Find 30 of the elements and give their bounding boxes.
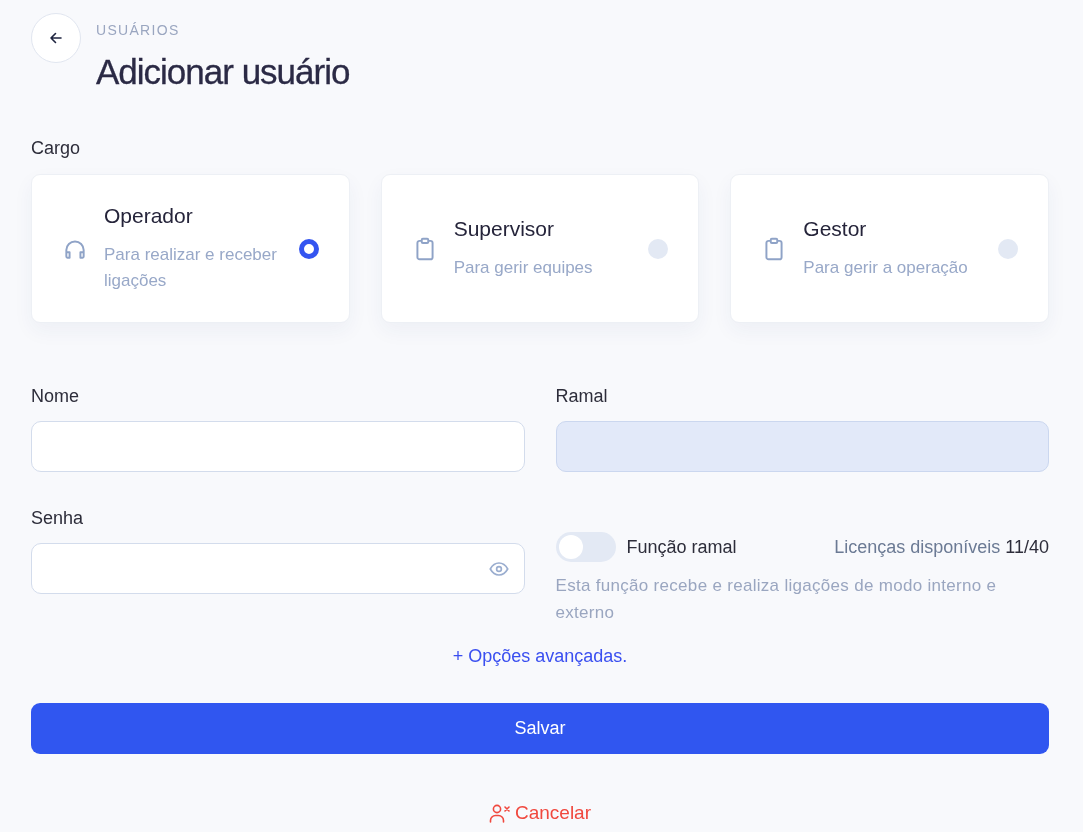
page-title: Adicionar usuário	[96, 52, 350, 92]
toggle-switch[interactable]	[555, 532, 616, 562]
help-text: Esta função recebe e realiza ligações de modo interno e externo	[555, 575, 998, 624]
password-field[interactable]	[31, 543, 525, 594]
field-label: Senha	[31, 508, 85, 529]
role-description: Para gerir equipes	[453, 256, 594, 279]
licenses-count: 11/40	[1005, 536, 1049, 558]
role-card[interactable]: Gestor Para gerir a operação	[730, 174, 1049, 323]
save-button[interactable]: Salvar	[31, 703, 1049, 754]
radio-button[interactable]	[298, 238, 319, 259]
role-description: Para realizar e receber ligações	[104, 243, 278, 292]
input-field[interactable]	[31, 421, 525, 472]
field-label: Nome	[31, 386, 80, 407]
field-label: Cargo	[31, 138, 82, 159]
role-description: Para gerir a operação	[803, 256, 969, 279]
role-title: Gestor	[803, 216, 868, 241]
back-button[interactable]	[31, 13, 81, 63]
role-title: Operador	[104, 203, 194, 228]
advanced-options-link[interactable]: + Opções avançadas.	[452, 646, 628, 667]
cancel-button[interactable]: Cancelar	[488, 802, 591, 824]
toggle-label: Função ramal	[626, 536, 737, 558]
role-title: Supervisor	[453, 216, 556, 241]
arrow-left-icon	[48, 30, 64, 46]
radio-button[interactable]	[998, 238, 1018, 259]
user-remove-icon	[488, 803, 511, 823]
field-label: Ramal	[555, 386, 609, 407]
radio-button[interactable]	[648, 238, 669, 259]
licenses-label: Licenças disponíveis	[834, 536, 1001, 558]
role-card[interactable]: Supervisor Para gerir equipes	[380, 174, 700, 323]
role-card[interactable]: Operador Para realizar e receber ligações	[31, 174, 350, 323]
